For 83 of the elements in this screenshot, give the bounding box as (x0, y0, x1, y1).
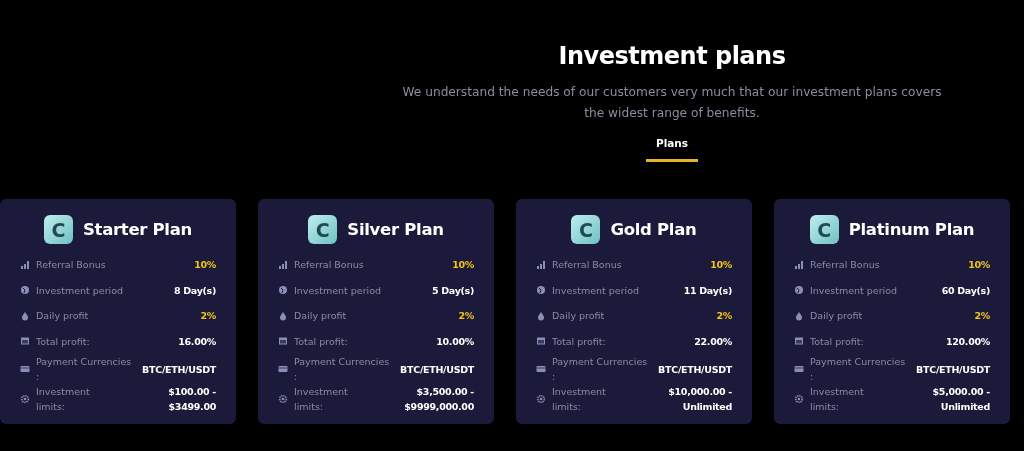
drop-icon (536, 310, 546, 321)
detail-label: Total profit: (36, 334, 91, 349)
globe-icon (278, 285, 288, 296)
detail-value: 2% (716, 309, 732, 324)
detail-label: Referral Bonus (810, 258, 881, 273)
drop-icon (20, 310, 30, 321)
detail-label: Daily profit (810, 309, 864, 324)
detail-label: Investment limits: (552, 385, 607, 414)
drop-icon (278, 310, 288, 321)
bar-chart-icon (20, 259, 30, 270)
detail-value: 2% (974, 309, 990, 324)
card-icon (794, 364, 804, 374)
section-title: Investment plans (558, 42, 786, 70)
detail-value: BTC/ETH/USDT (400, 362, 474, 377)
detail-label: Payment Currencies : (810, 355, 907, 384)
calendar-icon (20, 336, 30, 347)
detail-label: Daily profit (294, 309, 348, 324)
globe-icon (20, 285, 30, 296)
detail-label: Total profit: (294, 334, 349, 349)
detail-label: Referral Bonus (552, 258, 623, 273)
card-icon (278, 364, 288, 374)
detail-label: Investment period (552, 283, 641, 298)
plan-name: Starter Plan (82, 220, 192, 239)
detail-value: 8 Day(s) (173, 283, 216, 298)
detail-label: Investment limits: (294, 385, 349, 414)
detail-value: 10% (452, 258, 474, 273)
detail-value: 5 Day(s) (431, 283, 474, 298)
detail-value: 2% (200, 309, 216, 324)
detail-value: $10,000.00 - Unlimited (667, 385, 732, 414)
detail-value: 10.00% (436, 334, 474, 349)
drop-icon (794, 310, 804, 321)
detail-value: $5,000.00 - Unlimited (931, 385, 990, 414)
detail-value: 22.00% (694, 334, 732, 349)
detail-label: Total profit: (552, 334, 607, 349)
bar-chart-icon (536, 259, 546, 270)
plan-name: Platinum Plan (848, 220, 975, 239)
detail-label: Payment Currencies : (294, 355, 391, 384)
logo-icon: C (809, 215, 839, 244)
detail-value: 60 Day(s) (941, 283, 990, 298)
detail-label: Investment limits: (36, 385, 91, 414)
detail-label: Total profit: (810, 334, 865, 349)
globe-icon (794, 285, 804, 296)
plans-tab[interactable]: Plans (645, 133, 699, 162)
detail-label: Investment limits: (810, 385, 865, 414)
detail-value: $100.00 - $3499.00 (167, 385, 216, 414)
detail-label: Referral Bonus (294, 258, 365, 273)
detail-value: BTC/ETH/USDT (916, 362, 990, 377)
detail-label: Investment period (810, 283, 899, 298)
logo-icon: C (43, 215, 73, 244)
calendar-icon (794, 336, 804, 347)
detail-value: BTC/ETH/USDT (142, 362, 216, 377)
detail-value: 10% (194, 258, 216, 273)
globe-icon (536, 285, 546, 296)
detail-value: 10% (710, 258, 732, 273)
section-subtitle: We understand the needs of our customers very much that our investment plans covers the widest range of benefits. (401, 84, 943, 122)
logo-icon: C (308, 215, 338, 244)
gear-icon (278, 394, 288, 404)
detail-label: Referral Bonus (36, 258, 107, 273)
detail-label: Investment period (294, 283, 383, 298)
detail-value: 16.00% (178, 334, 216, 349)
logo-icon: C (571, 215, 601, 244)
detail-value: 120.00% (945, 334, 990, 349)
detail-label: Daily profit (36, 309, 90, 324)
detail-label: Investment period (36, 283, 125, 298)
gear-icon (794, 394, 804, 404)
detail-value: 2% (458, 309, 474, 324)
plan-name: Silver Plan (347, 220, 444, 239)
detail-label: Payment Currencies : (552, 355, 649, 384)
calendar-icon (536, 336, 546, 347)
card-icon (20, 364, 30, 374)
bar-chart-icon (278, 259, 288, 270)
gear-icon (20, 394, 30, 404)
detail-value: $3,500.00 - $9999,000.00 (403, 385, 474, 414)
detail-value: 11 Day(s) (683, 283, 732, 298)
detail-value: BTC/ETH/USDT (658, 362, 732, 377)
detail-value: 10% (968, 258, 990, 273)
detail-label: Payment Currencies : (36, 355, 133, 384)
gear-icon (536, 394, 546, 404)
bar-chart-icon (794, 259, 804, 270)
plan-name: Gold Plan (610, 220, 697, 239)
card-icon (536, 364, 546, 374)
calendar-icon (278, 336, 288, 347)
detail-label: Daily profit (552, 309, 606, 324)
